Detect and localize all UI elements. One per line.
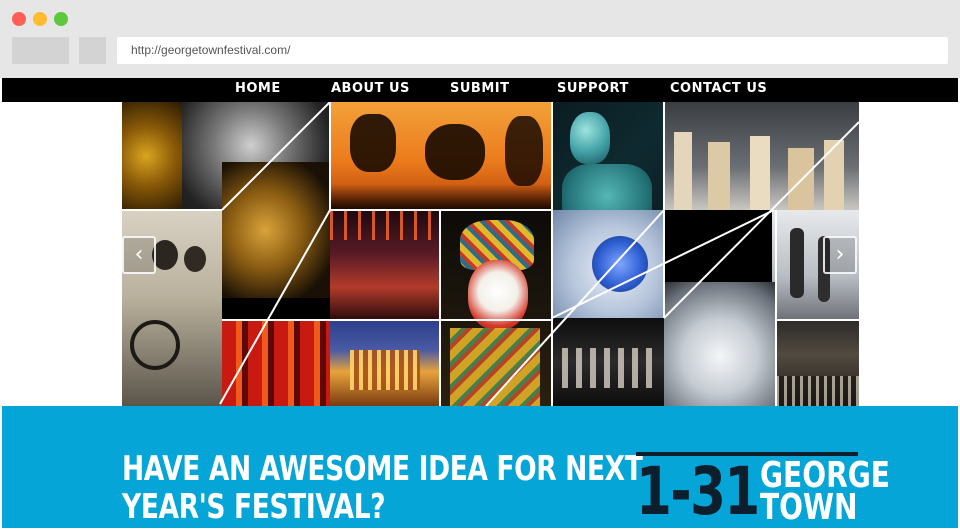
festival-logo[interactable]: 1-31 GEORGE TOWN xyxy=(636,452,890,528)
close-window-dot[interactable] xyxy=(12,12,26,26)
nav-submit[interactable]: SUBMIT xyxy=(450,78,509,102)
maximize-window-dot[interactable] xyxy=(54,12,68,26)
browser-forward-button[interactable] xyxy=(79,37,106,64)
photo-red-lanterns xyxy=(222,320,330,406)
headline-line-1: HAVE AN AWESOME IDEA FOR NEXT xyxy=(122,449,643,489)
browser-back-button[interactable] xyxy=(12,37,69,64)
photo-stage-pillars xyxy=(664,102,859,210)
photo-white-dancer xyxy=(664,282,776,406)
browser-chrome: http://georgetownfestival.com/ xyxy=(0,0,960,78)
slider-previous-button[interactable]: ‹ xyxy=(122,236,156,274)
headline-line-2: YEAR'S FESTIVAL? xyxy=(122,487,386,527)
main-navigation: HOME ABOUT US SUBMIT SUPPORT CONTACT US xyxy=(2,78,958,102)
photo-shadow-puppets xyxy=(330,102,552,210)
nav-about-us[interactable]: ABOUT US xyxy=(331,78,410,102)
website-viewport: HOME ABOUT US SUBMIT SUPPORT CONTACT US xyxy=(2,78,958,528)
photo-dance-troupe xyxy=(552,318,664,406)
submit-idea-banner: HAVE AN AWESOME IDEA FOR NEXT YEAR'S FES… xyxy=(2,406,958,528)
photo-blue-flower xyxy=(552,210,664,318)
photo-opera-mask xyxy=(440,210,552,406)
banner-headline: HAVE AN AWESOME IDEA FOR NEXT YEAR'S FES… xyxy=(122,449,643,527)
photo-orchestra xyxy=(776,320,859,406)
nav-home[interactable]: HOME xyxy=(235,78,281,102)
photo-fire-performers xyxy=(330,210,440,320)
photo-gold-fibers xyxy=(222,162,330,298)
logo-name: GEORGE TOWN xyxy=(760,458,890,528)
chevron-left-icon: ‹ xyxy=(134,242,144,267)
photo-temple-lights xyxy=(330,320,440,406)
hero-photo-collage: ‹ › xyxy=(122,102,859,406)
nav-support[interactable]: SUPPORT xyxy=(557,78,629,102)
logo-dates: 1-31 xyxy=(636,453,760,528)
chevron-right-icon: › xyxy=(835,242,845,267)
minimize-window-dot[interactable] xyxy=(33,12,47,26)
logo-name-line-2: TOWN xyxy=(760,487,858,528)
slider-next-button[interactable]: › xyxy=(823,236,857,274)
nav-contact-us[interactable]: CONTACT US xyxy=(670,78,767,102)
address-bar[interactable]: http://georgetownfestival.com/ xyxy=(117,37,948,64)
